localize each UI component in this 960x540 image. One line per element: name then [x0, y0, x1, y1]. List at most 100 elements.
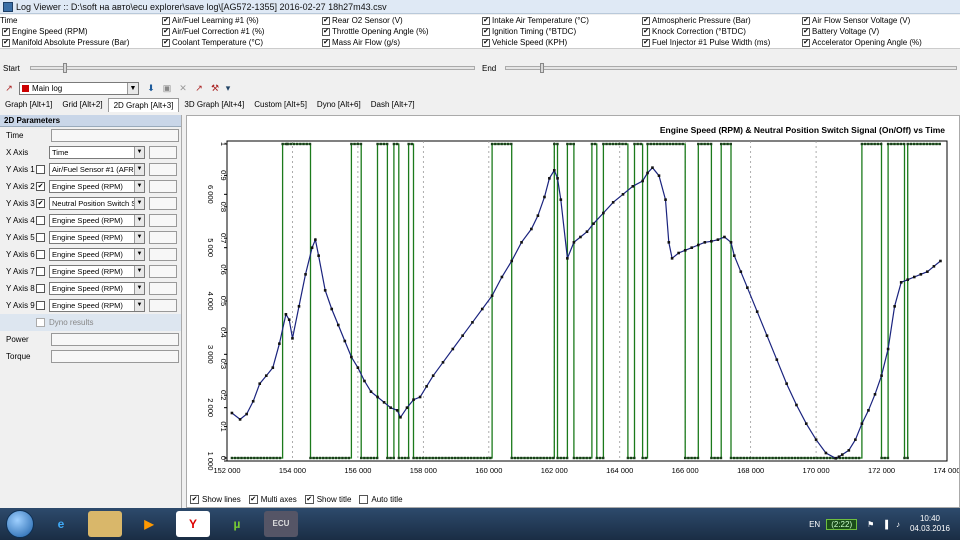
yaxis-extra-field[interactable] — [149, 197, 177, 210]
end-slider-thumb[interactable] — [540, 63, 544, 73]
tab-item[interactable]: 2D Graph [Alt+3] — [107, 98, 180, 112]
parameter-checkbox[interactable]: ✔ — [802, 38, 810, 47]
parameter-checkbox[interactable]: ✔ — [322, 27, 330, 36]
power-field[interactable] — [51, 333, 179, 346]
tab-item[interactable]: Dash [Alt+7] — [366, 98, 420, 112]
yaxis-checkbox[interactable] — [36, 165, 45, 174]
volume-icon[interactable]: ♪ — [896, 520, 900, 529]
yaxis-extra-field[interactable] — [149, 163, 177, 176]
yaxis-checkbox[interactable] — [36, 250, 45, 259]
yaxis-checkbox[interactable] — [36, 301, 45, 310]
yaxis-select[interactable]: Engine Speed (RPM) ▼ — [49, 265, 145, 278]
yaxis-checkbox[interactable] — [36, 216, 45, 225]
chevron-down-icon[interactable]: ▼ — [134, 232, 144, 243]
yaxis-select[interactable]: Engine Speed (RPM) ▼ — [49, 214, 145, 227]
dyno-checkbox[interactable] — [36, 318, 45, 327]
yaxis-select[interactable]: Engine Speed (RPM) ▼ — [49, 282, 145, 295]
battery-badge[interactable]: (2:22) — [826, 518, 858, 530]
yaxis-select[interactable]: Engine Speed (RPM) ▼ — [49, 231, 145, 244]
chevron-down-icon[interactable]: ▼ — [134, 249, 144, 260]
chevron-down-icon[interactable]: ▼ — [134, 198, 144, 209]
yaxis-extra-field[interactable] — [149, 299, 177, 312]
log-select[interactable]: Main log ▼ — [19, 81, 139, 95]
parameter-checkbox[interactable]: ✔ — [322, 16, 330, 25]
utorrent-icon[interactable]: µ — [220, 511, 254, 537]
parameter-item[interactable]: ✔ Coolant Temperature (°C) — [160, 38, 320, 47]
yaxis-extra-field[interactable] — [149, 214, 177, 227]
parameter-item[interactable]: ✔ Air/Fuel Correction #1 (%) — [160, 27, 320, 36]
parameter-checkbox[interactable]: ✔ — [2, 27, 10, 36]
parameter-item[interactable]: ✔ Ignition Timing (°BTDC) — [480, 27, 640, 36]
yaxis-extra-field[interactable] — [149, 180, 177, 193]
yaxis-checkbox[interactable] — [36, 233, 45, 242]
start-slider[interactable] — [30, 66, 475, 70]
parameter-item[interactable]: Time — [0, 16, 160, 25]
torque-field[interactable] — [51, 350, 179, 363]
end-slider[interactable] — [505, 66, 957, 70]
xaxis-select[interactable]: Time ▼ — [49, 146, 145, 159]
tab-item[interactable]: Grid [Alt+2] — [57, 98, 107, 112]
yaxis-checkbox[interactable]: ✔ — [36, 182, 45, 191]
parameter-item[interactable]: ✔ Knock Correction (°BTDC) — [640, 27, 800, 36]
chevron-down-icon[interactable]: ▼ — [134, 147, 144, 158]
parameter-item[interactable]: ✔ Rear O2 Sensor (V) — [320, 16, 480, 25]
start-button[interactable] — [6, 510, 34, 538]
download-arrow-icon[interactable]: ⬇ — [145, 82, 157, 94]
chevron-down-icon[interactable]: ▼ — [127, 82, 138, 94]
chart-area[interactable]: Engine Speed (RPM) & Neutral Position Sw… — [186, 115, 960, 508]
network-icon[interactable]: ▐ — [882, 520, 888, 529]
parameter-checkbox[interactable]: ✔ — [802, 16, 810, 25]
tab-item[interactable]: Dyno [Alt+6] — [312, 98, 366, 112]
chevron-down-icon[interactable]: ▼ — [134, 300, 144, 311]
parameter-item[interactable]: ✔ Atmospheric Pressure (Bar) — [640, 16, 800, 25]
parameter-item[interactable]: ✔ Manifold Absolute Pressure (Bar) — [0, 38, 160, 47]
chevron-down-icon[interactable]: ▼ — [134, 215, 144, 226]
chevron-down-icon[interactable]: ▼ — [134, 266, 144, 277]
chevron-down-small-icon[interactable]: ▾ — [225, 82, 231, 94]
parameter-checkbox[interactable]: ✔ — [322, 38, 330, 47]
flag-icon[interactable]: ⚑ — [867, 520, 874, 529]
yaxis-checkbox[interactable]: ✔ — [36, 199, 45, 208]
parameter-checkbox[interactable]: ✔ — [642, 38, 650, 47]
chevron-down-icon[interactable]: ▼ — [134, 181, 144, 192]
yaxis-checkbox[interactable] — [36, 284, 45, 293]
yaxis-select[interactable]: Engine Speed (RPM) ▼ — [49, 180, 145, 193]
parameter-checkbox[interactable]: ✔ — [482, 16, 490, 25]
parameter-checkbox[interactable]: ✔ — [642, 16, 650, 25]
parameter-checkbox[interactable]: ✔ — [482, 38, 490, 47]
media-player-icon[interactable]: ▶ — [132, 511, 166, 537]
yaxis-extra-field[interactable] — [149, 248, 177, 261]
language-indicator[interactable]: EN — [809, 520, 820, 529]
yaxis-extra-field[interactable] — [149, 282, 177, 295]
start-slider-thumb[interactable] — [63, 63, 67, 73]
folder-icon[interactable] — [88, 511, 122, 537]
yaxis-extra-field[interactable] — [149, 231, 177, 244]
yaxis-select[interactable]: Engine Speed (RPM) ▼ — [49, 248, 145, 261]
line-chart-icon[interactable]: ↗ — [193, 82, 205, 94]
option-checkbox[interactable]: ✔ — [190, 494, 199, 504]
parameter-item[interactable]: ✔ Vehicle Speed (KPH) — [480, 38, 640, 47]
parameter-checkbox[interactable]: ✔ — [802, 27, 810, 36]
yaxis-extra-field[interactable] — [149, 265, 177, 278]
parameter-checkbox[interactable]: ✔ — [162, 38, 170, 47]
parameter-item[interactable]: ✔ Fuel Injector #1 Pulse Width (ms) — [640, 38, 800, 47]
parameter-item[interactable]: ✔ Air Flow Sensor Voltage (V) — [800, 16, 960, 25]
yaxis-select[interactable]: Neutral Position Switch Signal ▼ — [49, 197, 145, 210]
edit-icon[interactable]: ▣ — [161, 82, 173, 94]
parameter-checkbox[interactable]: ✔ — [642, 27, 650, 36]
chevron-down-icon[interactable]: ▼ — [134, 283, 144, 294]
parameter-item[interactable]: ✔ Air/Fuel Learning #1 (%) — [160, 16, 320, 25]
tab-item[interactable]: Graph [Alt+1] — [0, 98, 57, 112]
option-checkbox[interactable]: ✔ — [304, 494, 314, 504]
parameter-checkbox[interactable]: ✔ — [482, 27, 490, 36]
chart-svg[interactable]: 152 000 154 000 156 000 158 000 160 000 162 0… — [187, 116, 959, 492]
parameter-item[interactable]: ✔ Throttle Opening Angle (%) — [320, 27, 480, 36]
yaxis-checkbox[interactable] — [36, 267, 45, 276]
ecu-explorer-icon[interactable]: ECU — [264, 511, 298, 537]
parameter-item[interactable]: ✔ Accelerator Opening Angle (%) — [800, 38, 960, 47]
parameter-checkbox[interactable]: ✔ — [2, 38, 10, 47]
time-field[interactable] — [51, 129, 179, 142]
parameter-item[interactable]: ✔ Mass Air Flow (g/s) — [320, 38, 480, 47]
parameter-checkbox[interactable]: ✔ — [162, 16, 170, 25]
option-checkbox[interactable]: ✔ — [248, 494, 258, 504]
